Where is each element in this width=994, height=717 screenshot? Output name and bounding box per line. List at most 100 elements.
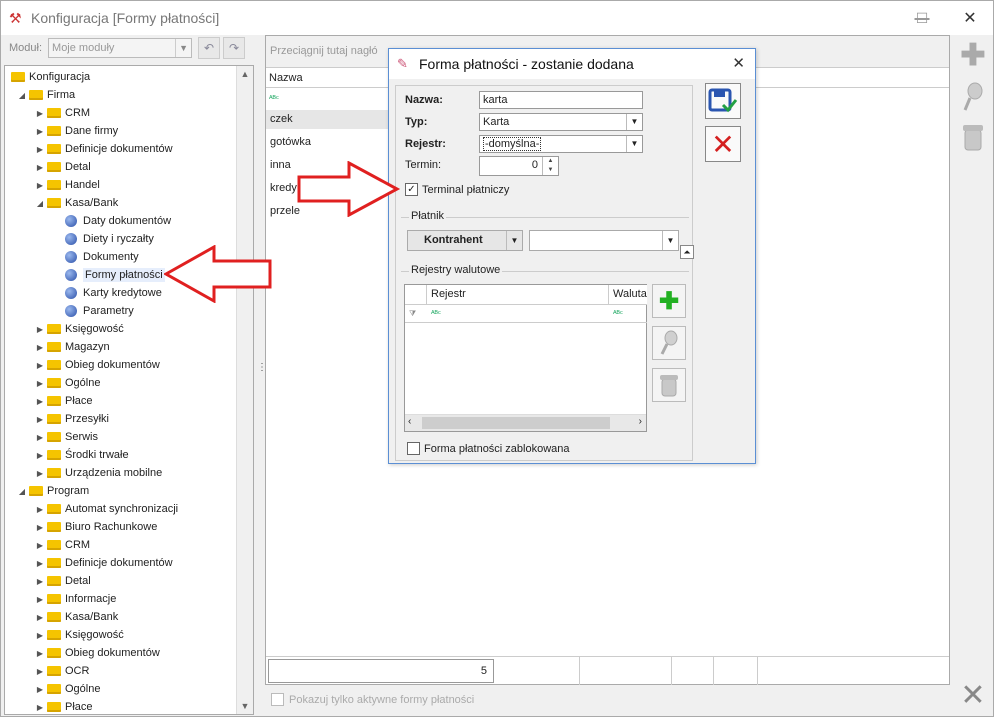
tree-item[interactable]: ▶ Serwis xyxy=(35,428,253,446)
tree-item[interactable]: ▶ Informacje xyxy=(35,590,253,608)
check-icon[interactable]: ✓ xyxy=(405,183,418,196)
grid-hscrollbar[interactable]: ‹ › xyxy=(405,414,646,431)
filter-waluta-icon[interactable]: ᴬᴮᶜ xyxy=(609,305,647,323)
tree-item[interactable]: ◢ Program xyxy=(17,482,249,500)
module-forward-icon[interactable]: ↷ xyxy=(223,37,246,59)
filter-rejestr-icon[interactable]: ᴬᴮᶜ xyxy=(427,305,609,323)
tree-item[interactable]: ▶ Kasa/Bank xyxy=(35,608,253,626)
expand-triangle-icon[interactable]: ▶ xyxy=(35,649,45,658)
expand-triangle-icon[interactable]: ▶ xyxy=(35,379,45,388)
tree-item[interactable]: ▶ Płace xyxy=(35,392,253,410)
collapse-triangle-icon[interactable]: ◢ xyxy=(35,199,45,208)
tree-item[interactable]: ◢ Kasa/Bank xyxy=(35,194,253,212)
tree-item[interactable]: Konfiguracja xyxy=(9,68,241,86)
save-icon[interactable] xyxy=(705,83,741,119)
expand-triangle-icon[interactable]: ▶ xyxy=(35,667,45,676)
expand-triangle-icon[interactable]: ▶ xyxy=(35,145,45,154)
splitter-handle[interactable]: ⋮ xyxy=(257,363,267,373)
tree-item[interactable]: ▶ Automat synchronizacji xyxy=(35,500,253,518)
tree-item[interactable]: ▶ Środki trwałe xyxy=(35,446,253,464)
rejestry-grid[interactable]: Rejestr Waluta ⧩ ᴬᴮᶜ ᴬᴮᶜ ‹ › xyxy=(404,284,647,432)
tree-item[interactable]: ▶ OCR xyxy=(35,662,253,680)
expand-triangle-icon[interactable]: ▶ xyxy=(35,451,45,460)
collapse-triangle-icon[interactable]: ◢ xyxy=(17,487,27,496)
expand-triangle-icon[interactable]: ▶ xyxy=(35,523,45,532)
platnik-type-select[interactable]: Kontrahent ▼ xyxy=(407,230,523,251)
grid-col-waluta[interactable]: Waluta xyxy=(609,285,647,305)
close-button[interactable]: ✕ xyxy=(947,1,993,35)
scroll-right-icon[interactable]: › xyxy=(639,416,642,427)
tree-item[interactable]: ▶ CRM xyxy=(35,536,253,554)
expand-triangle-icon[interactable]: ▶ xyxy=(35,631,45,640)
expand-triangle-icon[interactable]: ▶ xyxy=(35,469,45,478)
delete-rejestr-icon[interactable] xyxy=(652,368,686,402)
expand-triangle-icon[interactable]: ▶ xyxy=(35,361,45,370)
tree-item[interactable]: ▶ Księgowość xyxy=(35,320,253,338)
expand-triangle-icon[interactable]: ▶ xyxy=(35,127,45,136)
add-icon[interactable]: ✚ xyxy=(956,37,990,73)
expand-triangle-icon[interactable]: ▶ xyxy=(35,685,45,694)
table-row[interactable]: gotówka xyxy=(266,133,396,152)
blocked-checkbox-box[interactable] xyxy=(407,442,420,455)
expand-triangle-icon[interactable]: ▶ xyxy=(35,325,45,334)
expand-triangle-icon[interactable]: ▶ xyxy=(35,163,45,172)
close-form-icon[interactable]: ✕ xyxy=(956,677,990,713)
tree-item[interactable]: ▶ CRM xyxy=(35,104,253,122)
grid-col-rejestr[interactable]: Rejestr xyxy=(427,285,609,305)
tree-item[interactable]: ▶ Księgowość xyxy=(35,626,253,644)
tree-item[interactable]: ▶ Obieg dokumentów xyxy=(35,356,253,374)
tree-item[interactable]: Daty dokumentów xyxy=(53,212,253,230)
filter-funnel-icon[interactable]: ⧩ xyxy=(405,305,427,323)
expand-triangle-icon[interactable]: ▶ xyxy=(35,109,45,118)
termin-stepper[interactable]: 0 ▲ ▼ xyxy=(479,156,559,176)
only-active-checkbox-box[interactable] xyxy=(271,693,284,706)
scroll-thumb[interactable] xyxy=(422,417,610,429)
scroll-left-icon[interactable]: ‹ xyxy=(408,416,411,427)
terminal-checkbox[interactable]: ✓ Terminal płatniczy xyxy=(405,183,509,196)
tree-item[interactable]: ▶ Obieg dokumentów xyxy=(35,644,253,662)
tree-item[interactable]: ▶ Handel xyxy=(35,176,253,194)
dialog-close-icon[interactable]: ✕ xyxy=(732,54,745,72)
expand-triangle-icon[interactable]: ▶ xyxy=(35,577,45,586)
only-active-checkbox[interactable]: Pokazuj tylko aktywne formy płatności xyxy=(271,693,474,706)
expand-triangle-icon[interactable]: ▶ xyxy=(35,181,45,190)
cancel-icon[interactable]: ✕ xyxy=(705,126,741,162)
collapse-up-icon[interactable]: ⏶ xyxy=(680,245,694,259)
tree-item[interactable]: ▶ Magazyn xyxy=(35,338,253,356)
tree-item[interactable]: Parametry xyxy=(53,302,253,320)
tree-item[interactable]: ▶ Biuro Rachunkowe xyxy=(35,518,253,536)
expand-triangle-icon[interactable]: ▶ xyxy=(35,559,45,568)
tree-item[interactable]: ▶ Przesyłki xyxy=(35,410,253,428)
tree-item[interactable]: ▶ Urządzenia mobilne xyxy=(35,464,253,482)
expand-triangle-icon[interactable]: ▶ xyxy=(35,505,45,514)
expand-triangle-icon[interactable]: ▶ xyxy=(35,397,45,406)
tree-item[interactable]: ▶ Dane firmy xyxy=(35,122,253,140)
collapse-triangle-icon[interactable]: ◢ xyxy=(17,91,27,100)
tree-item[interactable]: ▶ Definicje dokumentów xyxy=(35,554,253,572)
nazwa-input[interactable]: karta xyxy=(479,91,643,109)
expand-triangle-icon[interactable]: ▶ xyxy=(35,415,45,424)
add-rejestr-icon[interactable]: ✚ xyxy=(652,284,686,318)
module-back-icon[interactable]: ↶ xyxy=(198,37,221,59)
tree-item[interactable]: ▶ Płace xyxy=(35,698,253,714)
tree-item[interactable]: ▶ Ogólne xyxy=(35,680,253,698)
expand-triangle-icon[interactable]: ▶ xyxy=(35,703,45,712)
tree-item[interactable]: ▶ Definicje dokumentów xyxy=(35,140,253,158)
expand-triangle-icon[interactable]: ▶ xyxy=(35,541,45,550)
stepper-arrows-icon[interactable]: ▲ ▼ xyxy=(542,157,558,175)
platnik-select[interactable]: ▼ xyxy=(529,230,679,251)
tree-item[interactable]: ▶ Detal xyxy=(35,158,253,176)
typ-select[interactable]: Karta ▼ xyxy=(479,113,643,131)
expand-triangle-icon[interactable]: ▶ xyxy=(35,433,45,442)
expand-triangle-icon[interactable]: ▶ xyxy=(35,613,45,622)
tree-item[interactable]: ◢ Firma xyxy=(17,86,249,104)
module-select[interactable]: Moje moduły ▼ xyxy=(48,38,193,58)
maximize-button[interactable]: ☐ xyxy=(899,1,945,35)
rejestr-select[interactable]: -domyślna- ▼ xyxy=(479,135,643,153)
expand-triangle-icon[interactable]: ▶ xyxy=(35,343,45,352)
tree-item[interactable]: ▶ Detal xyxy=(35,572,253,590)
blocked-checkbox[interactable]: Forma płatności zablokowana xyxy=(407,442,570,455)
edit-magnifier-icon[interactable] xyxy=(956,79,990,115)
configuration-tree[interactable]: ▲ ▼ Konfiguracja ◢ Firma ▶ CRM ▶ Dane firmy ▶ De… xyxy=(4,65,254,715)
table-row[interactable]: czek xyxy=(266,110,396,129)
